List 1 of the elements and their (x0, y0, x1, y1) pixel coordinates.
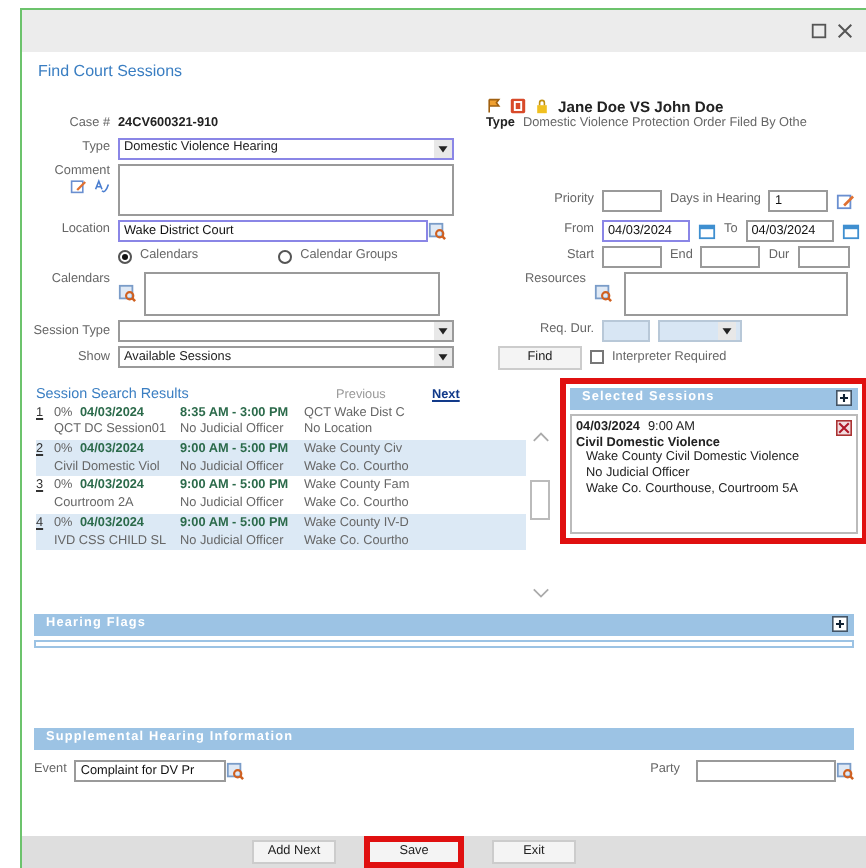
page-heading: Find Court Sessions (36, 60, 185, 84)
